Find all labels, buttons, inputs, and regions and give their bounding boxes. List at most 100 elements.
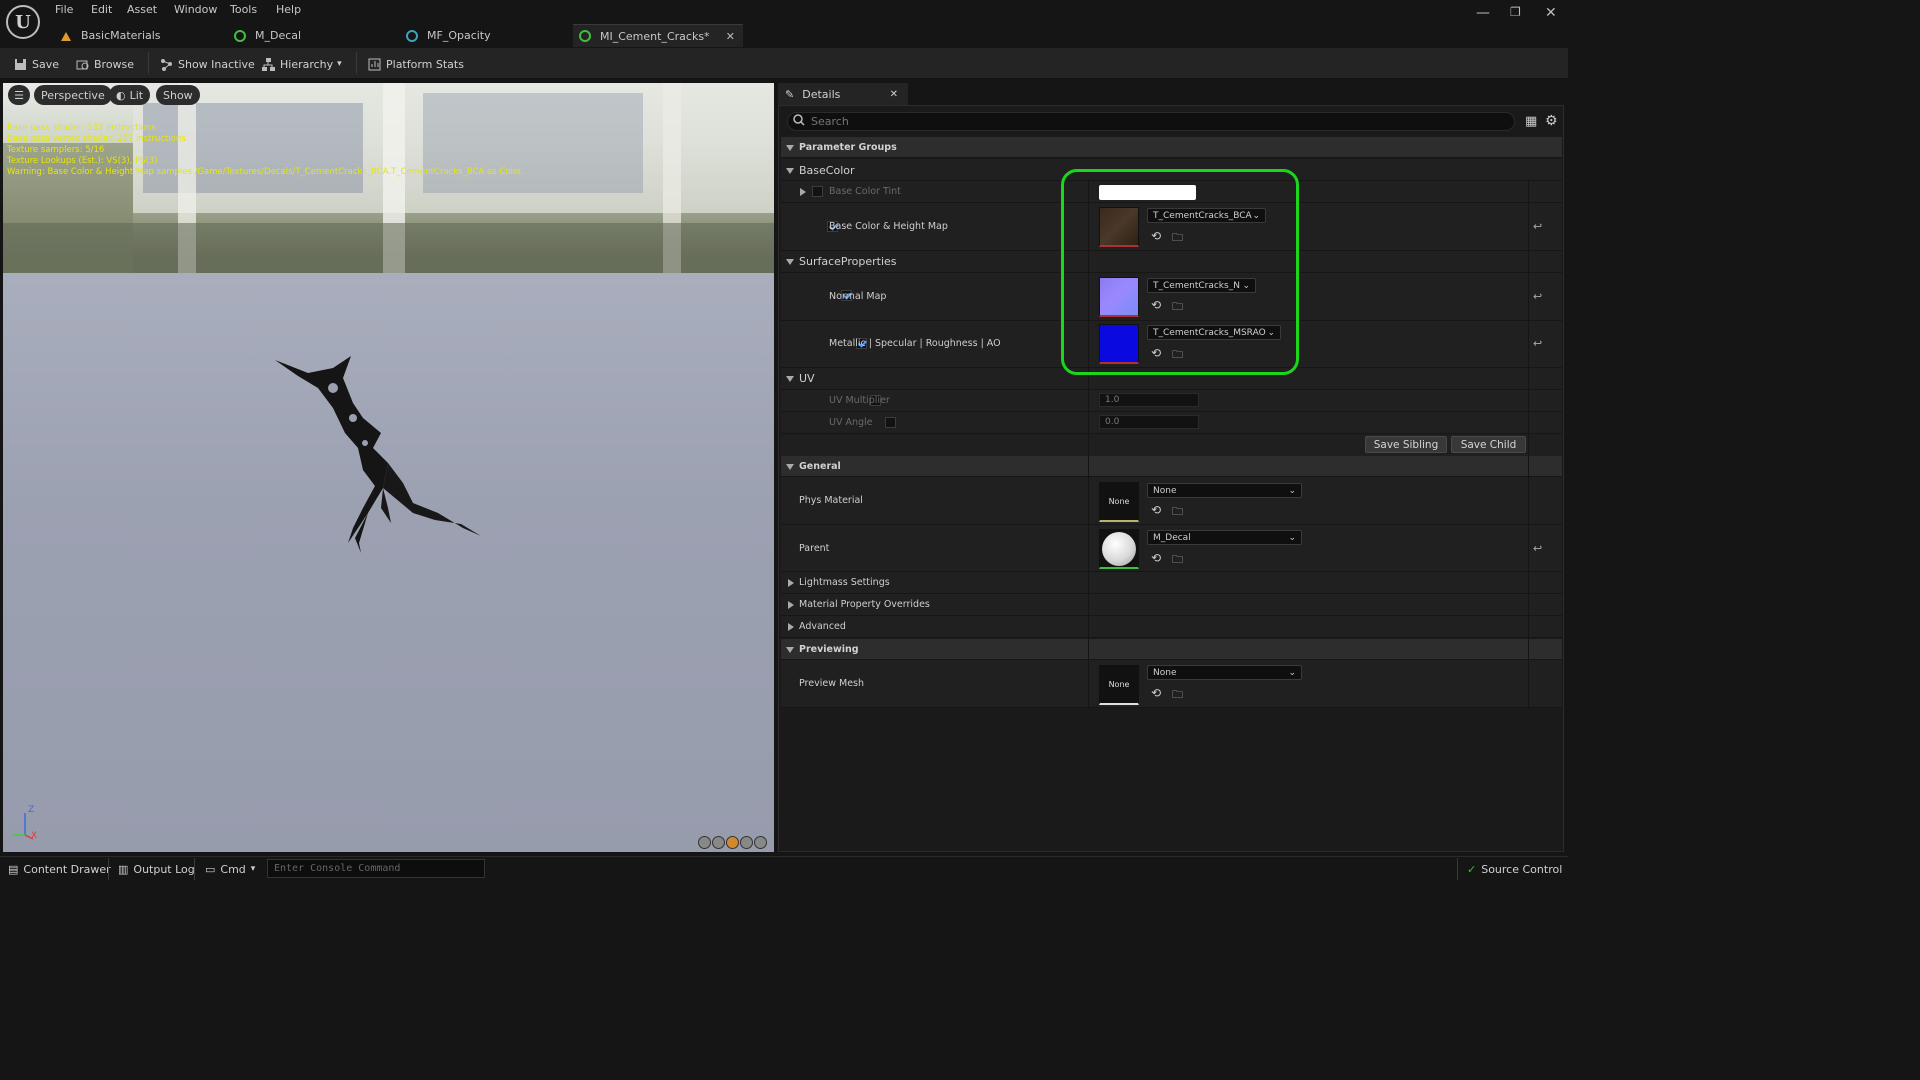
table-view-icon[interactable]: ▦ bbox=[1525, 114, 1537, 129]
menu-window[interactable]: Window bbox=[174, 3, 217, 16]
tab-basicmaterials[interactable]: BasicMaterials bbox=[54, 24, 224, 47]
category-parameter-groups[interactable] bbox=[781, 137, 1562, 158]
preview-mesh-thumbnail[interactable]: None bbox=[1099, 665, 1139, 705]
close-tab-icon[interactable]: ✕ bbox=[726, 30, 735, 43]
general-title: General bbox=[799, 461, 841, 472]
close-details-icon[interactable]: ✕ bbox=[890, 89, 898, 100]
category-general[interactable] bbox=[781, 456, 1562, 477]
preview-shape-buttons bbox=[698, 836, 767, 849]
parent-dropdown[interactable]: M_Decal ⌄ bbox=[1147, 530, 1302, 545]
row-advanced[interactable] bbox=[781, 616, 1562, 638]
platform-stats-button[interactable]: Platform Stats bbox=[368, 54, 464, 74]
save-child-button[interactable]: Save Child bbox=[1451, 436, 1526, 453]
stats-icon bbox=[368, 58, 381, 71]
reset-to-default-icon[interactable]: ↩ bbox=[1533, 542, 1542, 555]
preview-mesh-dropdown[interactable]: None ⌄ bbox=[1147, 665, 1302, 680]
search-input[interactable] bbox=[811, 115, 1491, 128]
chevron-down-icon: ⌄ bbox=[1288, 485, 1296, 496]
row-lightmass-settings[interactable] bbox=[781, 572, 1562, 594]
advanced-label: Advanced bbox=[799, 621, 846, 632]
chevron-down-icon bbox=[786, 647, 794, 653]
menu-file[interactable]: File bbox=[55, 3, 73, 16]
uv-angle-checkbox[interactable] bbox=[884, 417, 896, 428]
chevron-down-icon bbox=[786, 376, 794, 382]
chevron-down-icon: ⌄ bbox=[1288, 532, 1296, 543]
reset-to-default-icon[interactable]: ↩ bbox=[1533, 220, 1542, 233]
console-placeholder: Enter Console Command bbox=[274, 863, 401, 874]
plane-icon[interactable] bbox=[726, 836, 739, 849]
toolbar-divider bbox=[356, 52, 357, 74]
tab-details[interactable]: ✎ Details ✕ bbox=[778, 83, 908, 105]
chevron-down-icon bbox=[786, 145, 794, 151]
hierarchy-button[interactable]: Hierarchy ▾ bbox=[262, 54, 342, 74]
show-inactive-button[interactable]: Show Inactive bbox=[160, 54, 255, 74]
lit-button[interactable]: ◐ Lit bbox=[109, 85, 151, 105]
base-color-tint-label: Base Color Tint bbox=[829, 186, 901, 197]
source-control-button[interactable]: ✓ Source Control bbox=[1467, 860, 1562, 878]
console-command-input[interactable]: Enter Console Command bbox=[267, 859, 485, 878]
restore-icon[interactable]: ❐ bbox=[1510, 5, 1521, 19]
teapot-icon[interactable] bbox=[754, 836, 767, 849]
details-search[interactable] bbox=[787, 112, 1515, 131]
chevron-right-icon bbox=[788, 601, 794, 609]
uv-multiplier-field[interactable]: 1.0 bbox=[1099, 393, 1199, 407]
browse-folder-icon[interactable]: 🗀 bbox=[1172, 551, 1183, 570]
preview-mesh-thumb-label: None bbox=[1108, 680, 1130, 689]
use-selected-icon[interactable]: ⟲ bbox=[1151, 686, 1161, 700]
parent-thumbnail[interactable] bbox=[1099, 529, 1139, 569]
save-button[interactable]: Save bbox=[14, 54, 59, 74]
chevron-down-icon: ▾ bbox=[337, 59, 342, 69]
chevron-down-icon: ▾ bbox=[250, 864, 256, 874]
tab-mi-cement-cracks[interactable]: MI_Cement_Cracks* ✕ bbox=[573, 24, 743, 47]
minimize-icon[interactable]: — bbox=[1476, 5, 1490, 21]
base-color-map-label: Base Color & Height Map bbox=[829, 221, 948, 232]
show-button[interactable]: Show bbox=[156, 85, 200, 105]
phys-material-dropdown[interactable]: None ⌄ bbox=[1147, 483, 1302, 498]
menu-asset[interactable]: Asset bbox=[127, 3, 157, 16]
uv-title: UV bbox=[799, 372, 815, 385]
perspective-button[interactable]: Perspective bbox=[34, 85, 112, 105]
chevron-right-icon bbox=[788, 579, 794, 587]
cylinder-icon[interactable] bbox=[698, 836, 711, 849]
browse-button[interactable]: Browse bbox=[76, 54, 134, 74]
browse-folder-icon[interactable]: 🗀 bbox=[1172, 686, 1183, 705]
background-building bbox=[3, 83, 774, 278]
show-inactive-label: Show Inactive bbox=[178, 57, 255, 71]
save-sibling-button[interactable]: Save Sibling bbox=[1365, 436, 1447, 453]
close-window-icon[interactable]: ✕ bbox=[1545, 5, 1557, 21]
menu-tools[interactable]: Tools bbox=[230, 3, 257, 16]
cmd-dropdown[interactable]: ▭ Cmd ▾ bbox=[205, 860, 255, 878]
output-log-button[interactable]: ▥ Output Log bbox=[118, 860, 195, 878]
save-icon bbox=[14, 58, 27, 71]
reset-to-default-icon[interactable]: ↩ bbox=[1533, 290, 1542, 303]
stat-line: Base pass shader: 132 instructions bbox=[7, 123, 156, 133]
uv-angle-label: UV Angle bbox=[829, 417, 873, 428]
reset-to-default-icon[interactable]: ↩ bbox=[1533, 337, 1542, 350]
content-drawer-button[interactable]: ▤ Content Drawer bbox=[8, 860, 111, 878]
chevron-down-icon bbox=[786, 464, 794, 470]
browse-folder-icon[interactable]: 🗀 bbox=[1172, 503, 1183, 522]
settings-icon[interactable]: ⚙ bbox=[1545, 113, 1558, 129]
sphere-icon[interactable] bbox=[712, 836, 725, 849]
tab-mf-opacity[interactable]: MF_Opacity bbox=[400, 24, 570, 47]
chevron-down-icon bbox=[786, 168, 794, 174]
menu-edit[interactable]: Edit bbox=[91, 3, 112, 16]
show-label: Show bbox=[163, 88, 193, 102]
cube-icon[interactable] bbox=[740, 836, 753, 849]
terminal-icon: ▭ bbox=[205, 862, 216, 876]
save-child-label: Save Child bbox=[1460, 438, 1517, 451]
base-color-tint-checkbox[interactable] bbox=[812, 186, 823, 197]
menu-help[interactable]: Help bbox=[276, 3, 301, 16]
uv-angle-field[interactable]: 0.0 bbox=[1099, 415, 1199, 429]
use-selected-icon[interactable]: ⟲ bbox=[1151, 503, 1161, 517]
use-selected-icon[interactable]: ⟲ bbox=[1151, 551, 1161, 565]
unreal-logo-icon[interactable]: U bbox=[6, 5, 40, 39]
surface-title: SurfaceProperties bbox=[799, 255, 897, 268]
viewport-menu-button[interactable]: ☰ bbox=[8, 85, 30, 105]
phys-material-thumbnail[interactable]: None bbox=[1099, 482, 1139, 522]
tab-m-decal[interactable]: M_Decal bbox=[228, 24, 398, 47]
chevron-right-icon[interactable] bbox=[800, 188, 806, 196]
viewport[interactable]: ☰ Perspective ◐ Lit Show Base pass shader… bbox=[3, 83, 774, 852]
basecolor-title: BaseColor bbox=[799, 164, 855, 177]
category-previewing[interactable] bbox=[781, 639, 1562, 660]
